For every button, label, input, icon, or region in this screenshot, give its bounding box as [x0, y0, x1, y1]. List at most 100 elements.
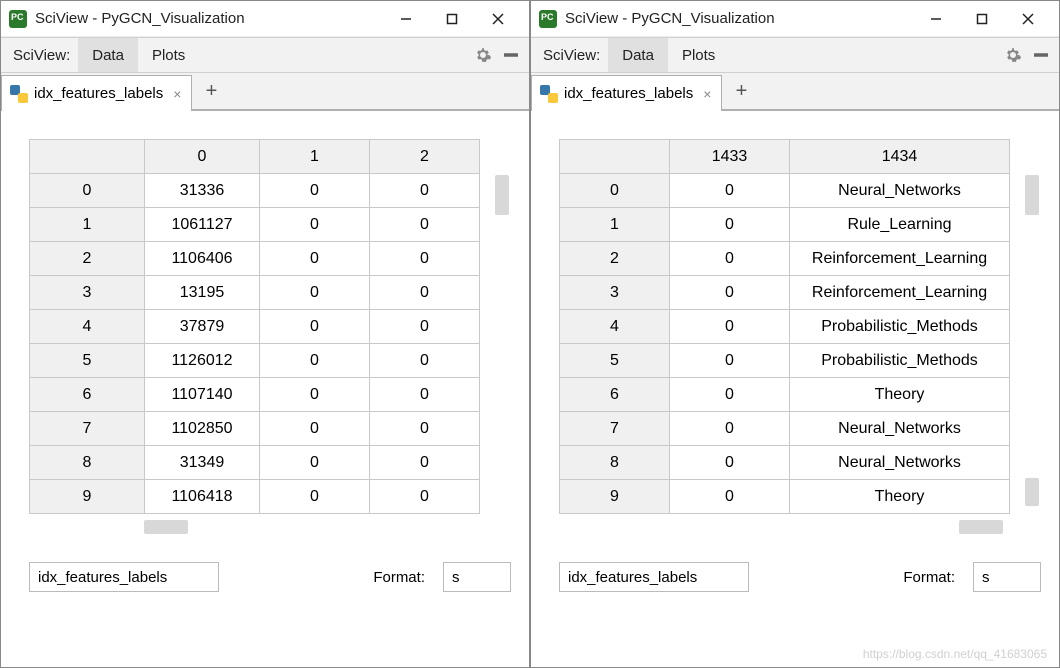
titlebar[interactable]: SciView - PyGCN_Visualization — [531, 1, 1059, 37]
table-row[interactable]: 50Probabilistic_Methods — [560, 344, 1010, 378]
minimize-button[interactable] — [913, 1, 959, 37]
cell[interactable]: 0 — [670, 378, 790, 412]
table-row[interactable]: 1106112700 — [30, 208, 480, 242]
cell[interactable]: Theory — [790, 378, 1010, 412]
row-index[interactable]: 7 — [30, 412, 145, 446]
file-tab[interactable]: idx_features_labels × — [1, 75, 192, 111]
titlebar[interactable]: SciView - PyGCN_Visualization — [1, 1, 529, 37]
table-row[interactable]: 00Neural_Networks — [560, 174, 1010, 208]
row-index[interactable]: 7 — [560, 412, 670, 446]
cell[interactable]: 0 — [670, 344, 790, 378]
cell[interactable]: Probabilistic_Methods — [790, 310, 1010, 344]
row-index[interactable]: 1 — [560, 208, 670, 242]
data-table[interactable]: 1433143400Neural_Networks10Rule_Learning… — [559, 139, 1010, 514]
close-icon[interactable]: × — [703, 86, 711, 102]
cell[interactable]: 0 — [260, 242, 370, 276]
table-row[interactable]: 7110285000 — [30, 412, 480, 446]
row-index[interactable]: 5 — [30, 344, 145, 378]
cell[interactable]: Rule_Learning — [790, 208, 1010, 242]
column-header[interactable] — [560, 140, 670, 174]
cell[interactable]: 1102850 — [145, 412, 260, 446]
table-row[interactable]: 03133600 — [30, 174, 480, 208]
cell[interactable]: 0 — [670, 446, 790, 480]
cell[interactable]: 0 — [670, 412, 790, 446]
cell[interactable]: 0 — [260, 480, 370, 514]
cell[interactable]: 0 — [370, 208, 480, 242]
horizontal-scrollbar[interactable] — [559, 520, 1041, 534]
cell[interactable]: 1106418 — [145, 480, 260, 514]
cell[interactable]: 0 — [370, 378, 480, 412]
column-header[interactable]: 1434 — [790, 140, 1010, 174]
cell[interactable]: 0 — [260, 344, 370, 378]
cell[interactable]: 0 — [670, 276, 790, 310]
vertical-scrollbar-end[interactable] — [1025, 478, 1039, 506]
row-index[interactable]: 0 — [30, 174, 145, 208]
table-row[interactable]: 90Theory — [560, 480, 1010, 514]
hide-button[interactable] — [1027, 41, 1055, 69]
cell[interactable]: Neural_Networks — [790, 412, 1010, 446]
cell[interactable]: Neural_Networks — [790, 446, 1010, 480]
maximize-button[interactable] — [429, 1, 475, 37]
cell[interactable]: 0 — [670, 242, 790, 276]
format-input[interactable] — [443, 562, 511, 592]
cell[interactable]: 1061127 — [145, 208, 260, 242]
cell[interactable]: 1106406 — [145, 242, 260, 276]
table-row[interactable]: 83134900 — [30, 446, 480, 480]
column-header[interactable]: 0 — [145, 140, 260, 174]
table-row[interactable]: 2110640600 — [30, 242, 480, 276]
table-row[interactable]: 70Neural_Networks — [560, 412, 1010, 446]
cell[interactable]: 0 — [260, 412, 370, 446]
cell[interactable]: 13195 — [145, 276, 260, 310]
cell[interactable]: 0 — [670, 208, 790, 242]
minimize-button[interactable] — [383, 1, 429, 37]
table-row[interactable]: 43787900 — [30, 310, 480, 344]
cell[interactable]: 31349 — [145, 446, 260, 480]
cell[interactable]: 0 — [370, 412, 480, 446]
column-header[interactable]: 1 — [260, 140, 370, 174]
cell[interactable]: 0 — [260, 310, 370, 344]
table-row[interactable]: 80Neural_Networks — [560, 446, 1010, 480]
column-header[interactable] — [30, 140, 145, 174]
gear-icon[interactable] — [999, 41, 1027, 69]
table-row[interactable]: 20Reinforcement_Learning — [560, 242, 1010, 276]
variable-name-input[interactable] — [559, 562, 749, 592]
cell[interactable]: 31336 — [145, 174, 260, 208]
horizontal-scrollbar[interactable] — [29, 520, 511, 534]
cell[interactable]: 0 — [370, 276, 480, 310]
table-row[interactable]: 10Rule_Learning — [560, 208, 1010, 242]
cell[interactable]: 0 — [260, 446, 370, 480]
cell[interactable]: 0 — [260, 276, 370, 310]
row-index[interactable]: 9 — [560, 480, 670, 514]
cell[interactable]: Neural_Networks — [790, 174, 1010, 208]
add-tab-button[interactable]: + — [192, 73, 230, 109]
cell[interactable]: 1126012 — [145, 344, 260, 378]
hide-button[interactable] — [497, 41, 525, 69]
row-index[interactable]: 6 — [560, 378, 670, 412]
close-button[interactable] — [475, 1, 521, 37]
tab-plots[interactable]: Plots — [668, 38, 729, 72]
file-tab[interactable]: idx_features_labels × — [531, 75, 722, 111]
row-index[interactable]: 1 — [30, 208, 145, 242]
data-table[interactable]: 0120313360011061127002110640600313195004… — [29, 139, 480, 514]
column-header[interactable]: 2 — [370, 140, 480, 174]
cell[interactable]: Theory — [790, 480, 1010, 514]
variable-name-input[interactable] — [29, 562, 219, 592]
tab-data[interactable]: Data — [608, 38, 668, 72]
row-index[interactable]: 5 — [560, 344, 670, 378]
cell[interactable]: 0 — [370, 310, 480, 344]
cell[interactable]: 0 — [370, 480, 480, 514]
cell[interactable]: 0 — [260, 378, 370, 412]
add-tab-button[interactable]: + — [722, 73, 760, 109]
cell[interactable]: 0 — [370, 174, 480, 208]
cell[interactable]: 1107140 — [145, 378, 260, 412]
close-icon[interactable]: × — [173, 86, 181, 102]
table-row[interactable]: 6110714000 — [30, 378, 480, 412]
cell[interactable]: 0 — [670, 480, 790, 514]
gear-icon[interactable] — [469, 41, 497, 69]
vertical-scrollbar[interactable] — [495, 175, 509, 215]
cell[interactable]: 0 — [370, 446, 480, 480]
row-index[interactable]: 8 — [560, 446, 670, 480]
row-index[interactable]: 2 — [560, 242, 670, 276]
table-row[interactable]: 9110641800 — [30, 480, 480, 514]
tab-data[interactable]: Data — [78, 38, 138, 72]
